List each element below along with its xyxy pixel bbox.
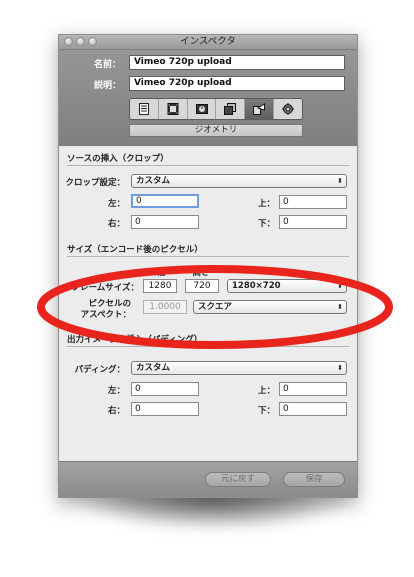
crop-bottom-field[interactable]: 0 — [279, 215, 347, 229]
tab-filters[interactable] — [216, 99, 246, 119]
crop-top-field[interactable]: 0 — [279, 195, 347, 209]
crop-setting-label: クロップ設定： — [65, 178, 125, 188]
pixel-aspect-label-line2: アスペクト： — [80, 310, 131, 320]
frame-controls-icon — [195, 104, 208, 114]
select-arrows-icon: ⬍ — [337, 364, 343, 372]
select-arrows-icon: ⬍ — [337, 303, 343, 311]
inspector-tab-bar — [129, 98, 303, 120]
pad-right-field[interactable]: 0 — [131, 402, 199, 416]
tab-actions[interactable] — [274, 99, 302, 119]
tab-frame-controls[interactable] — [188, 99, 217, 119]
pad-left-label: 左： — [107, 386, 125, 396]
crop-divider — [67, 165, 349, 166]
padding-label: パディング： — [74, 365, 125, 375]
output-divider — [67, 346, 349, 347]
padding-value: カスタム — [136, 363, 171, 373]
select-arrows-icon: ⬍ — [337, 177, 343, 185]
padding-select[interactable]: カスタム ⬍ — [131, 361, 347, 375]
crop-left-field[interactable]: 0 — [131, 194, 199, 208]
window-title: インスペクタ — [180, 36, 236, 47]
description-field[interactable]: Vimeo 720p upload — [129, 76, 345, 91]
geometry-icon — [253, 103, 266, 115]
crop-left-label: 左： — [107, 199, 125, 209]
crop-top-label: 上： — [257, 199, 275, 209]
revert-button[interactable]: 元に戻す — [205, 472, 271, 487]
tab-geometry[interactable] — [245, 99, 275, 119]
footer-bar: 元に戻す 保存 — [59, 461, 357, 497]
pad-right-label: 右： — [107, 406, 125, 416]
frame-size-label: フレームサイズ： — [71, 283, 140, 293]
titlebar[interactable]: インスペクタ — [59, 35, 357, 50]
name-label: 名前： — [93, 60, 121, 70]
pad-top-label: 上： — [257, 386, 275, 396]
crop-setting-select[interactable]: カスタム ⬍ — [131, 174, 347, 188]
crop-setting-value: カスタム — [136, 176, 171, 186]
geometry-panel: ソースの挿入（クロップ） クロップ設定： カスタム ⬍ 左： 0 上： 0 右：… — [59, 147, 357, 461]
pad-bottom-label: 下： — [257, 406, 275, 416]
size-divider — [67, 256, 349, 257]
crop-bottom-label: 下： — [257, 219, 275, 229]
height-column-head: 高さ — [192, 268, 210, 278]
output-section-title: 出力イメージの挿入（パディング） — [67, 335, 203, 345]
preset-header: 名前： Vimeo 720p upload 説明： Vimeo 720p upl… — [59, 50, 357, 146]
inspector-window: インスペクタ 名前： Vimeo 720p upload 説明： Vimeo 7… — [58, 34, 358, 498]
frame-width-field[interactable]: 1280 — [143, 279, 177, 293]
actions-icon — [282, 103, 295, 115]
frame-height-field[interactable]: 720 — [185, 279, 219, 293]
select-arrows-icon: ⬍ — [337, 282, 343, 290]
crop-right-label: 右： — [107, 219, 125, 229]
pad-top-field[interactable]: 0 — [279, 382, 347, 396]
crop-section-title: ソースの挿入（クロップ） — [67, 154, 169, 164]
size-section-title: サイズ（エンコード後のピクセル） — [67, 245, 203, 255]
filters-icon — [224, 103, 237, 115]
save-button[interactable]: 保存 — [283, 472, 345, 487]
pad-bottom-field[interactable]: 0 — [279, 402, 347, 416]
description-label: 説明： — [93, 81, 121, 91]
video-icon — [167, 103, 179, 115]
frame-size-value: 1280×720 — [232, 281, 281, 291]
tab-video[interactable] — [159, 99, 188, 119]
pad-left-field[interactable]: 0 — [131, 382, 199, 396]
tab-summary[interactable] — [130, 99, 159, 119]
frame-size-select[interactable]: 1280×720 ⬍ — [227, 279, 347, 293]
name-field[interactable]: Vimeo 720p upload — [129, 55, 345, 70]
width-column-head: 幅 — [156, 268, 166, 278]
crop-right-field[interactable]: 0 — [131, 215, 199, 229]
summary-icon — [138, 103, 149, 115]
pixel-aspect-select[interactable]: スクエア ⬍ — [193, 300, 347, 314]
pixel-aspect-field: 1.0000 — [143, 300, 187, 314]
active-tab-label: ジオメトリ — [129, 124, 303, 137]
pixel-aspect-select-value: スクエア — [198, 302, 233, 312]
